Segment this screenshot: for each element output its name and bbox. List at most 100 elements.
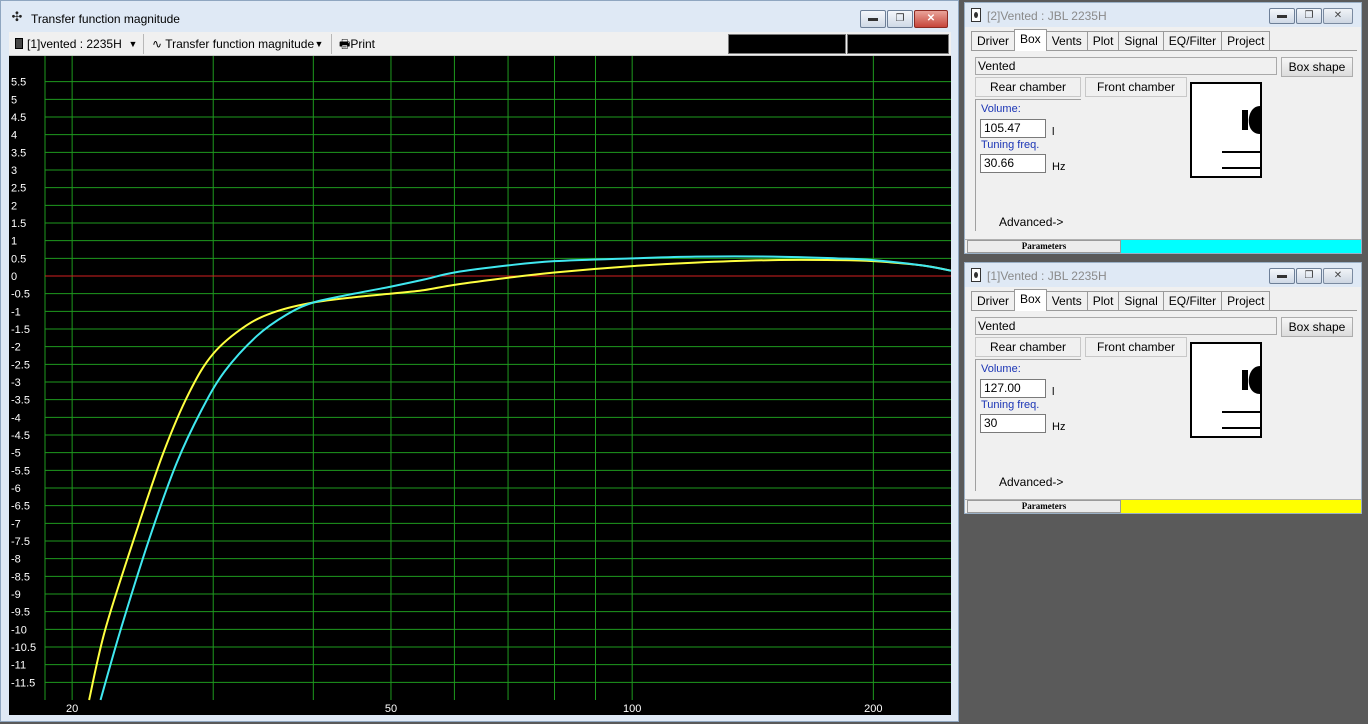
box-type-field: Vented [975,57,1277,75]
panel-tabs: Driver Box Vents Plot Signal EQ/Filter Project [971,289,1271,311]
rear-chamber-button[interactable]: Rear chamber [975,337,1081,357]
y-tick-label: 2 [11,200,17,212]
minimize-button[interactable]: ▬ [1269,268,1295,284]
y-tick-label: -11.5 [11,677,35,689]
vented-box-icon [1222,364,1260,429]
tuning-freq-input[interactable]: 30.66 [980,154,1046,173]
curve-color-indicator [1121,500,1361,513]
box-panel-1: [1]Vented : JBL 2235H ▬ ❐ ✕ Driver Box Ven… [964,262,1362,514]
panel-statusbar: Parameters [965,499,1361,513]
tab-driver[interactable]: Driver [971,291,1015,311]
close-button[interactable]: ✕ [1323,8,1353,24]
window-titlebar[interactable]: ✣ Transfer function magnitude ▬ ❐ ✕ [1,1,958,31]
volume-label: Volume: [981,103,1021,115]
panel-titlebar[interactable]: [2]Vented : JBL 2235H ▬ ❐ ✕ [965,3,1361,27]
project-select-value: [1]vented : 2235H [27,37,122,51]
panel-tabs: Driver Box Vents Plot Signal EQ/Filter Project [971,29,1271,51]
plot-type-select[interactable]: ∿ Transfer function magnitude [152,35,314,53]
volume-label: Volume: [981,363,1021,375]
y-tick-label: 5 [11,94,17,106]
y-tick-label: -7.5 [11,536,30,548]
panel-titlebar[interactable]: [1]Vented : JBL 2235H ▬ ❐ ✕ [965,263,1361,287]
chart-svg: 5.5 5 4.5 4 3.5 3 2.5 2 1.5 1 0.5 0 -0.5 -1 -1.5 -2 -2.5… [11,56,951,715]
y-tick-label: -8 [11,554,21,566]
y-tick-label: -5.5 [11,465,30,477]
y-tick-label: -3 [11,377,21,389]
tab-eqfilter[interactable]: EQ/Filter [1162,31,1223,51]
y-tick-label: 0.5 [11,253,26,265]
tab-plot[interactable]: Plot [1086,31,1120,51]
tab-driver[interactable]: Driver [971,31,1015,51]
maximize-button[interactable]: ❐ [887,10,913,28]
tab-plot[interactable]: Plot [1086,291,1120,311]
y-tick-label: -5 [11,448,21,460]
rear-chamber-button[interactable]: Rear chamber [975,77,1081,97]
box-shape-button[interactable]: Box shape [1281,317,1353,337]
panel-statusbar: Parameters [965,239,1361,253]
close-button[interactable]: ✕ [1323,268,1353,284]
maximize-button[interactable]: ❐ [1296,268,1322,284]
readout-box-1 [728,34,846,54]
y-tick-label: 4 [11,130,17,142]
transfer-function-window: ✣ Transfer function magnitude ▬ ❐ ✕ [1]v… [0,0,959,722]
y-tick-label: -9 [11,589,21,601]
plot-type-value: Transfer function magnitude [165,37,315,51]
panel-title: [2]Vented : JBL 2235H [987,9,1107,23]
advanced-link[interactable]: Advanced-> [999,215,1063,229]
printer-icon: 🖶 [339,37,351,51]
tab-signal[interactable]: Signal [1118,291,1164,311]
y-tick-label: -3.5 [11,395,30,407]
y-tick-label: -0.5 [11,289,30,301]
y-tick-label: 2.5 [11,183,26,195]
tuning-freq-label: Tuning freq. [981,399,1040,411]
y-tick-label: -11 [11,660,26,672]
tab-signal[interactable]: Signal [1118,31,1164,51]
plot-type-dropdown-arrow[interactable]: ▼ [312,35,326,53]
x-tick-label: 200 [864,703,882,715]
tab-vents[interactable]: Vents [1045,291,1088,311]
print-button[interactable]: 🖶Print [339,35,375,53]
speaker-icon [15,38,23,49]
readout-box-2 [847,34,949,54]
maximize-button[interactable]: ❐ [1296,8,1322,24]
volume-unit: l [1052,126,1055,138]
volume-input[interactable]: 127.00 [980,379,1046,398]
waveform-icon: ∿ [152,37,163,51]
y-tick-label: 1 [11,236,17,248]
close-button[interactable]: ✕ [914,10,948,28]
box-shape-button[interactable]: Box shape [1281,57,1353,77]
project-dropdown-arrow[interactable]: ▼ [126,35,140,53]
series-line-1 [88,258,951,701]
project-select[interactable]: [1]vented : 2235H [15,35,122,53]
minimize-button[interactable]: ▬ [1269,8,1295,24]
vented-box-icon [1222,104,1260,169]
tuning-freq-label: Tuning freq. [981,139,1040,151]
tab-project[interactable]: Project [1221,31,1271,51]
front-chamber-button[interactable]: Front chamber [1085,337,1187,357]
box-type-field: Vented [975,317,1277,335]
tuning-freq-input[interactable]: 30 [980,414,1046,433]
y-tick-label: 3 [11,165,17,177]
tab-project[interactable]: Project [1221,291,1271,311]
y-tick-label: 5.5 [11,77,26,89]
y-tick-label: 1.5 [11,218,26,230]
minimize-button[interactable]: ▬ [860,10,886,28]
magnitude-plot[interactable]: 5.5 5 4.5 4 3.5 3 2.5 2 1.5 1 0.5 0 -0.5 -1 -1.5 -2 -2.5… [9,56,951,715]
volume-unit: l [1052,386,1055,398]
plot-toolbar: [1]vented : 2235H ▼ ∿ Transfer function … [9,32,951,56]
y-tick-label: 4.5 [11,112,26,124]
speaker-icon [971,8,981,22]
y-tick-label: -7 [11,518,21,530]
tab-vents[interactable]: Vents [1045,31,1088,51]
y-tick-label: -9.5 [11,607,30,619]
front-chamber-button[interactable]: Front chamber [1085,77,1187,97]
tab-box[interactable]: Box [1014,29,1047,51]
box-shape-diagram [1190,342,1262,438]
volume-input[interactable]: 105.47 [980,119,1046,138]
tuning-freq-unit: Hz [1052,161,1066,173]
tab-box[interactable]: Box [1014,289,1047,311]
advanced-link[interactable]: Advanced-> [999,475,1063,489]
tab-eqfilter[interactable]: EQ/Filter [1162,291,1223,311]
x-tick-label: 100 [623,703,641,715]
y-tick-label: -8.5 [11,571,30,583]
